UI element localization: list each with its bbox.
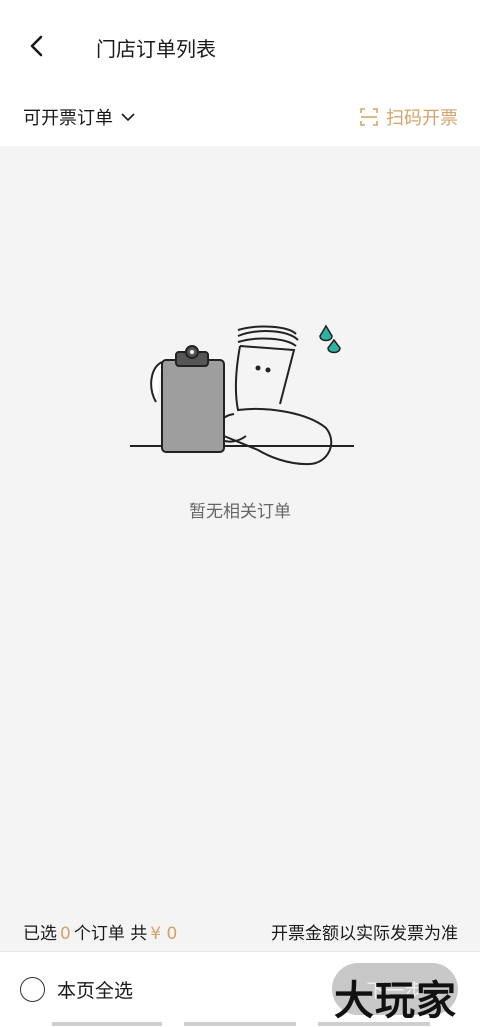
total-amount: ¥ 0 [150,924,178,944]
selection-summary: 已选 0 个订单 共 ¥ 0 开票金额以实际发票为准 [0,908,480,952]
selected-count: 0 [60,924,71,944]
chevron-left-icon [30,35,43,57]
order-unit: 个订单 共 [73,924,148,944]
filter-label: 可开票订单 [23,108,113,129]
select-all-checkbox[interactable]: 本页全选 [20,976,133,1003]
selected-summary: 已选 0 个订单 共 ¥ 0 [23,919,180,944]
selected-prefix: 已选 [23,924,57,944]
chevron-down-icon [121,112,135,122]
empty-state-illustration [130,324,354,466]
radio-icon [20,977,45,1002]
nav-indicator [52,1022,162,1026]
nav-indicator [318,1022,430,1026]
header: 门店订单列表 [0,0,480,92]
invoice-note: 开票金额以实际发票为准 [271,924,458,944]
scan-invoice-button[interactable]: 扫码开票 [360,104,458,130]
watermark-logo: 大玩家 [334,978,457,1024]
select-all-label: 本页全选 [57,980,134,1002]
page-title: 门店订单列表 [96,37,216,61]
nav-indicator [184,1022,296,1026]
empty-state-text: 暂无相关订单 [189,502,291,522]
scan-icon [360,108,378,126]
filter-bar: 可开票订单 扫码开票 [0,92,480,146]
invoice-filter-dropdown[interactable]: 可开票订单 [23,104,135,130]
scan-label: 扫码开票 [386,108,458,129]
back-button[interactable] [22,30,52,62]
